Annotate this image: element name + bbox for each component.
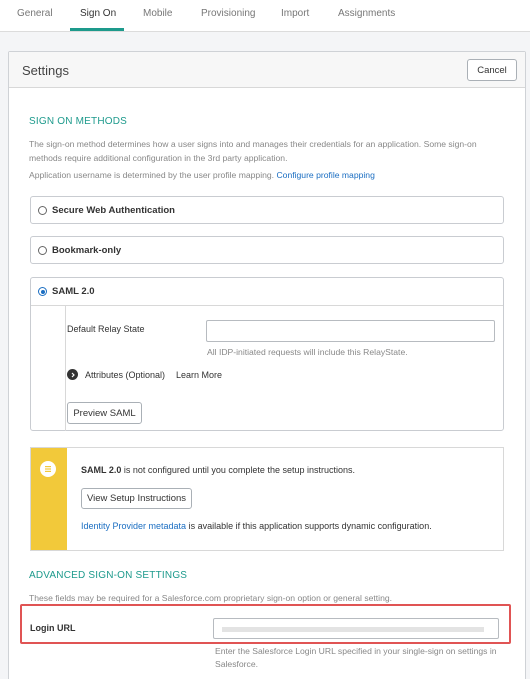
username-note: Application username is determined by th… (29, 168, 507, 182)
relay-state-label: Default Relay State (67, 324, 145, 334)
learn-more-link[interactable]: Learn More (176, 370, 222, 380)
tab-bar: General Sign On Mobile Provisioning Impo… (0, 0, 530, 32)
notice-accent-bar (31, 448, 67, 550)
expand-attributes-icon[interactable] (67, 369, 78, 380)
settings-panel: Settings Cancel SIGN ON METHODS The sign… (8, 51, 526, 679)
option-bookmark-only[interactable]: Bookmark-only (30, 236, 504, 264)
active-tab-indicator (70, 28, 124, 31)
radio-secure-web-auth[interactable] (38, 206, 47, 215)
advanced-settings-description: These fields may be required for a Sales… (29, 593, 393, 603)
cancel-button[interactable]: Cancel (467, 59, 517, 81)
login-url-hint: Enter the Salesforce Login URL specified… (215, 646, 497, 669)
option-label-secure-web-auth: Secure Web Authentication (52, 205, 175, 216)
preview-saml-button[interactable]: Preview SAML (67, 402, 142, 424)
relay-state-input[interactable] (206, 320, 495, 342)
option-label-saml: SAML 2.0 (52, 286, 95, 297)
tab-provisioning[interactable]: Provisioning (201, 8, 255, 19)
option-saml: SAML 2.0 Default Relay State All IDP-ini… (30, 277, 504, 431)
configure-profile-mapping-link[interactable]: Configure profile mapping (276, 170, 374, 180)
relay-state-hint: All IDP-initiated requests will include … (207, 347, 408, 357)
saml-setup-notice: SAML 2.0 is not configured until you com… (30, 447, 504, 551)
notice-message: SAML 2.0 is not configured until you com… (81, 465, 355, 475)
settings-title: Settings (22, 63, 69, 78)
notice-saml-label: SAML 2.0 (81, 465, 122, 475)
view-setup-instructions-button[interactable]: View Setup Instructions (81, 488, 192, 509)
tab-import[interactable]: Import (281, 8, 309, 19)
metadata-note: Identity Provider metadata is available … (81, 521, 432, 531)
username-note-text: Application username is determined by th… (29, 170, 275, 180)
sign-on-methods-heading: SIGN ON METHODS (29, 116, 128, 127)
saml-indent-divider (65, 306, 66, 431)
sign-on-methods-description: The sign-on method determines how a user… (29, 139, 477, 163)
settings-header: Settings Cancel (9, 52, 525, 88)
attributes-label[interactable]: Attributes (Optional) (85, 370, 165, 380)
tab-assignments[interactable]: Assignments (338, 8, 395, 19)
info-list-icon (40, 461, 56, 477)
tab-mobile[interactable]: Mobile (143, 8, 172, 19)
radio-bookmark-only[interactable] (38, 246, 47, 255)
option-label-bookmark-only: Bookmark-only (52, 245, 122, 256)
option-saml-header[interactable]: SAML 2.0 (31, 278, 503, 306)
advanced-settings-heading: ADVANCED SIGN-ON SETTINGS (29, 570, 188, 581)
idp-metadata-link[interactable]: Identity Provider metadata (81, 521, 186, 531)
notice-message-text: is not configured until you complete the… (121, 465, 355, 475)
metadata-note-text: is available if this application support… (186, 521, 432, 531)
tab-general[interactable]: General (17, 8, 53, 19)
tab-sign-on[interactable]: Sign On (80, 8, 116, 19)
radio-saml[interactable] (38, 287, 47, 296)
option-secure-web-auth[interactable]: Secure Web Authentication (30, 196, 504, 224)
login-url-highlight (20, 604, 511, 644)
